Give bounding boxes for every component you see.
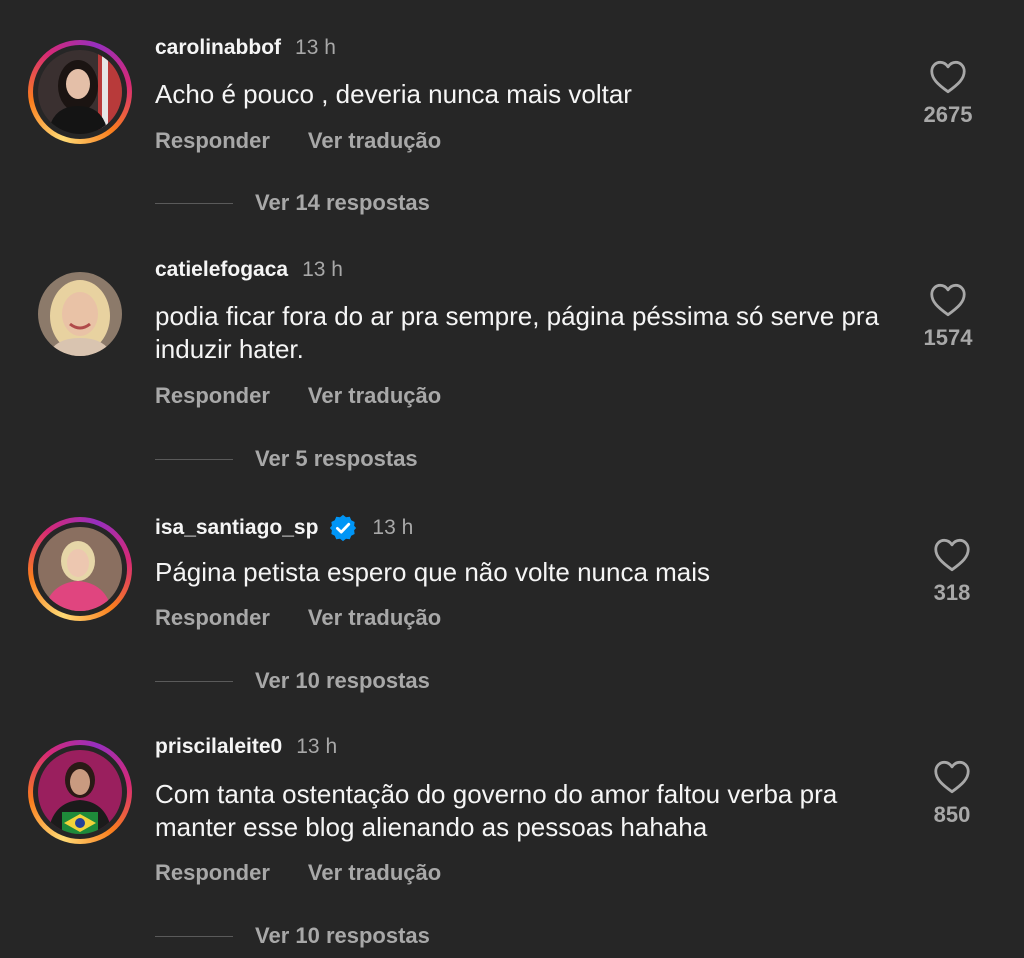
view-replies-button[interactable]: Ver 10 respostas xyxy=(155,923,430,949)
reply-button[interactable]: Responder xyxy=(155,860,270,886)
comment-timestamp: 13 h xyxy=(296,735,338,758)
like-button[interactable]: 850 xyxy=(912,760,992,828)
like-count: 850 xyxy=(933,802,971,827)
avatar[interactable] xyxy=(28,740,132,844)
replies-divider xyxy=(155,935,233,937)
heart-outline-icon xyxy=(934,760,970,794)
comment-username[interactable]: priscilaleite0 xyxy=(155,735,282,759)
comment-text: Com tanta ostentação do governo do amor … xyxy=(155,779,838,842)
see-translation-button[interactable]: Ver tradução xyxy=(308,860,441,886)
view-replies-label: Ver 10 respostas xyxy=(255,923,430,948)
comment-item: priscilaleite0 13 h Com tanta ostentação… xyxy=(0,0,1024,958)
